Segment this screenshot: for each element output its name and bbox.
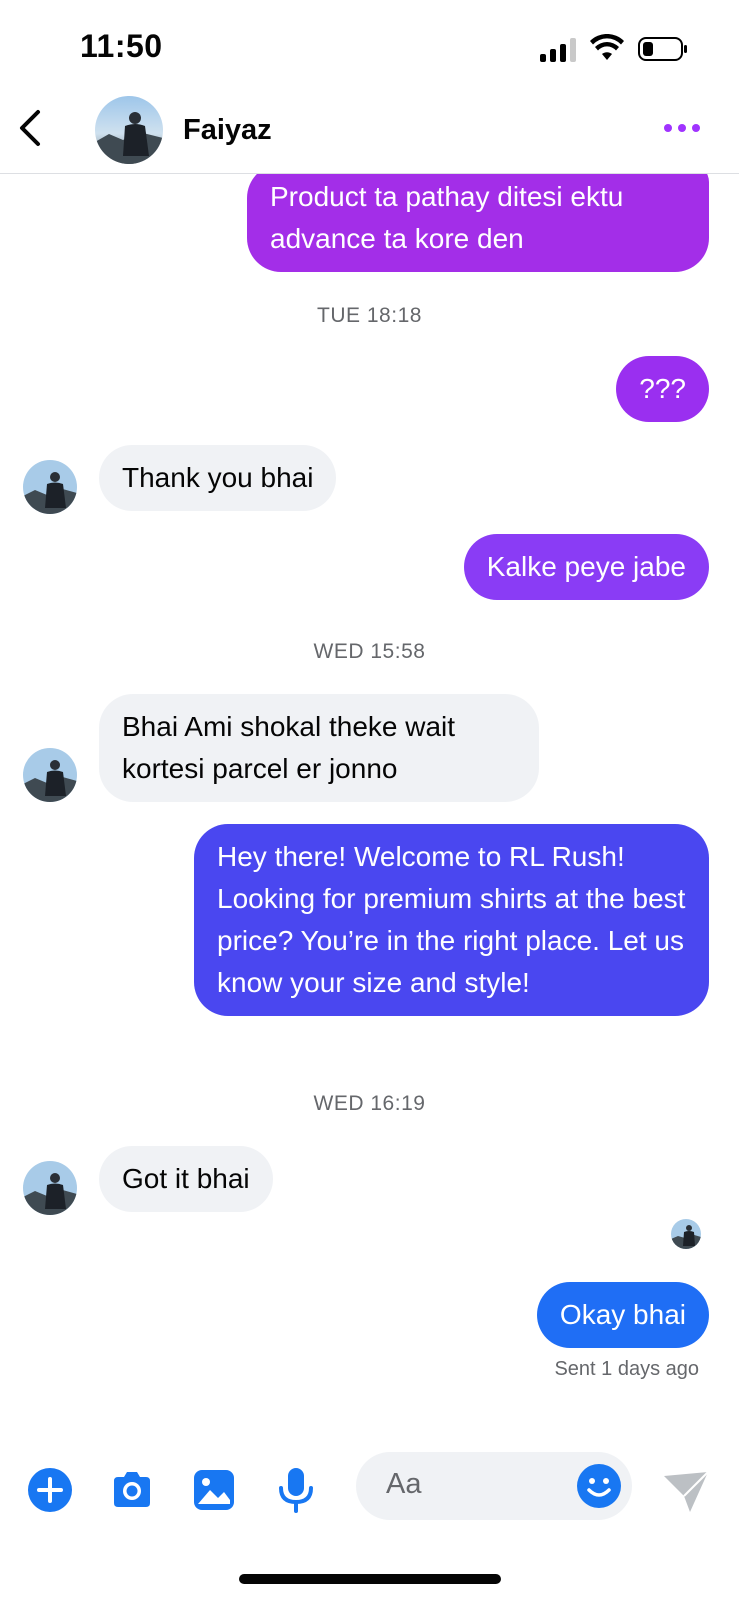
wifi-icon <box>590 34 624 60</box>
timestamp: WED 15:58 <box>313 640 426 663</box>
battery-icon <box>638 37 687 61</box>
outgoing-message[interactable]: ??? <box>616 356 709 422</box>
message-list[interactable]: Product ta pathay ditesi ektu advance ta… <box>0 174 739 1444</box>
more-dots-icon[interactable] <box>664 120 704 136</box>
seen-avatar <box>671 1219 701 1249</box>
back-chevron-icon[interactable] <box>14 108 50 148</box>
sender-avatar <box>23 1161 77 1215</box>
contact-name[interactable]: Faiyaz <box>183 114 272 147</box>
message-input-placeholder: Aa <box>386 1468 422 1500</box>
message-input[interactable]: Aa <box>356 1452 632 1520</box>
timestamp: TUE 18:18 <box>317 304 422 327</box>
camera-icon[interactable] <box>108 1466 156 1514</box>
signal-icon <box>540 38 576 62</box>
status-bar: 11:50 <box>0 0 739 96</box>
sent-receipt: Sent 1 days ago <box>554 1358 699 1380</box>
status-time: 11:50 <box>80 28 163 64</box>
contact-avatar[interactable] <box>95 96 163 164</box>
home-indicator[interactable] <box>239 1574 501 1584</box>
plus-icon[interactable] <box>26 1466 74 1514</box>
outgoing-message[interactable]: Kalke peye jabe <box>463 534 709 600</box>
incoming-message[interactable]: Bhai Ami shokal theke wait kortesi parce… <box>99 694 539 802</box>
emoji-icon[interactable] <box>576 1463 622 1509</box>
sender-avatar <box>23 748 77 802</box>
outgoing-message[interactable]: Product ta pathay ditesi ektu advance ta… <box>247 174 709 272</box>
microphone-icon[interactable] <box>272 1466 320 1514</box>
timestamp: WED 16:19 <box>313 1092 426 1115</box>
gallery-icon[interactable] <box>190 1466 238 1514</box>
send-icon[interactable] <box>662 1470 710 1514</box>
incoming-message[interactable]: Got it bhai <box>99 1146 273 1212</box>
outgoing-message[interactable]: Hey there! Welcome to RL Rush! Looking f… <box>194 824 709 1016</box>
sender-avatar <box>23 460 77 514</box>
incoming-message[interactable]: Thank you bhai <box>99 445 337 511</box>
chat-header: Faiyaz <box>0 96 739 174</box>
composer-bar: Aa <box>0 1444 739 1544</box>
outgoing-message[interactable]: Okay bhai <box>536 1282 709 1348</box>
